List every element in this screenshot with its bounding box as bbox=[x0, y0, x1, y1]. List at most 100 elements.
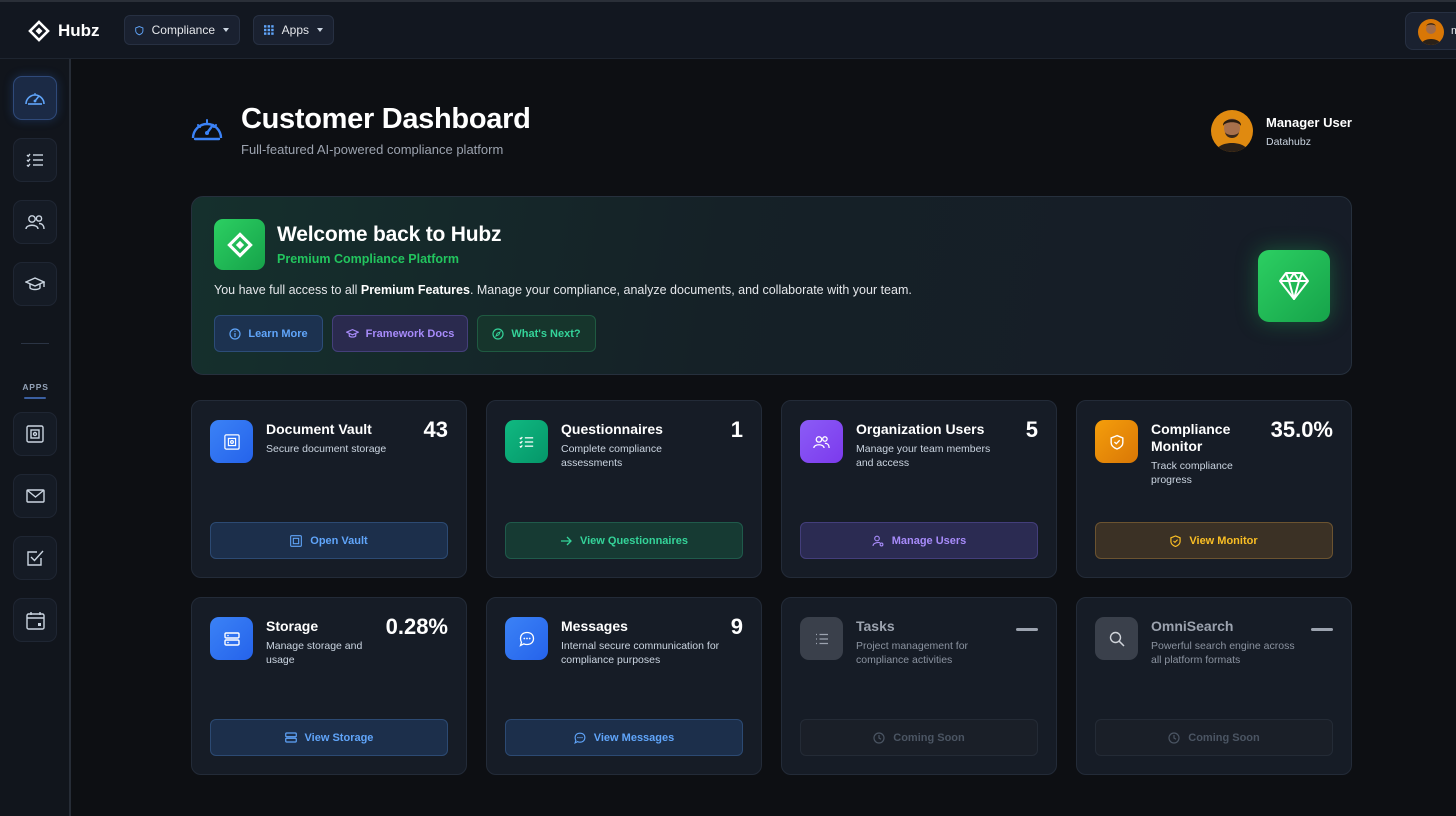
manage-users-button[interactable]: Manage Users bbox=[800, 522, 1038, 559]
chevron-down-icon bbox=[317, 28, 323, 32]
open-vault-label: Open Vault bbox=[310, 534, 368, 547]
gem-icon bbox=[1279, 272, 1309, 300]
list-check-icon bbox=[26, 153, 43, 167]
sidebar-item-users[interactable] bbox=[13, 200, 57, 244]
users-icon bbox=[813, 435, 830, 448]
hubz-logo-icon bbox=[28, 20, 50, 42]
view-monitor-label: View Monitor bbox=[1189, 534, 1258, 547]
card-icon bbox=[1095, 420, 1138, 463]
sidebar-item-checklist[interactable] bbox=[13, 138, 57, 182]
info-icon bbox=[229, 327, 241, 340]
card-icon bbox=[800, 617, 843, 660]
learn-more-button[interactable]: Learn More bbox=[214, 315, 323, 352]
learn-more-label: Learn More bbox=[248, 327, 308, 340]
avatar bbox=[1418, 19, 1444, 45]
tasks-coming-soon-button: Coming Soon bbox=[800, 719, 1038, 756]
card-description: Manage your team members and access bbox=[856, 443, 991, 469]
clock-icon bbox=[873, 731, 885, 744]
card-storage: Storage Manage storage and usage 0.28% V… bbox=[191, 597, 467, 775]
page-title: Customer Dashboard bbox=[241, 103, 531, 135]
premium-badge bbox=[1258, 250, 1330, 322]
view-messages-label: View Messages bbox=[593, 731, 675, 744]
speedometer-icon bbox=[25, 93, 45, 105]
welcome-banner: Welcome back to Hubz Premium Compliance … bbox=[191, 196, 1352, 375]
user-avatar[interactable] bbox=[1211, 110, 1253, 152]
card-icon bbox=[210, 420, 253, 463]
whats-next-label: What's Next? bbox=[511, 327, 581, 340]
user-organization: Datahubz bbox=[1266, 136, 1311, 148]
chevron-down-icon bbox=[223, 28, 229, 32]
apps-section-underline bbox=[24, 397, 46, 399]
safe-icon bbox=[26, 425, 44, 443]
card-count-placeholder bbox=[1311, 628, 1333, 631]
sidebar-item-dashboard[interactable] bbox=[13, 76, 57, 120]
view-messages-button[interactable]: View Messages bbox=[505, 719, 743, 756]
card-description: Project management for compliance activi… bbox=[856, 640, 969, 666]
sidebar-app-calendar[interactable] bbox=[13, 598, 57, 642]
card-title: Compliance Monitor bbox=[1151, 421, 1231, 454]
apps-menu-button[interactable]: Apps bbox=[253, 15, 334, 45]
framework-docs-button[interactable]: Framework Docs bbox=[332, 315, 468, 352]
tasks-coming-soon-label: Coming Soon bbox=[893, 731, 965, 744]
compliance-menu-label: Compliance bbox=[151, 23, 215, 37]
sidebar: APPS bbox=[0, 59, 71, 816]
card-questionnaires: Questionnaires Complete compliance asses… bbox=[486, 400, 762, 578]
view-monitor-button[interactable]: View Monitor bbox=[1095, 522, 1333, 559]
server-icon bbox=[284, 732, 297, 743]
sidebar-item-training[interactable] bbox=[13, 262, 57, 306]
sidebar-app-vault[interactable] bbox=[13, 412, 57, 456]
view-storage-label: View Storage bbox=[304, 731, 374, 744]
omnisearch-coming-soon-button: Coming Soon bbox=[1095, 719, 1333, 756]
profile-menu-button[interactable]: m bbox=[1405, 12, 1456, 50]
apps-section-label: APPS bbox=[22, 382, 49, 392]
whats-next-button[interactable]: What's Next? bbox=[477, 315, 596, 352]
card-description: Complete compliance assessments bbox=[561, 443, 662, 469]
card-title: Questionnaires bbox=[561, 421, 663, 437]
search-icon bbox=[1109, 631, 1125, 647]
chat-icon bbox=[518, 631, 534, 647]
omnisearch-coming-soon-label: Coming Soon bbox=[1188, 731, 1260, 744]
hubz-logo-icon bbox=[226, 231, 253, 258]
shield-check-icon bbox=[1170, 534, 1182, 547]
grid-icon bbox=[264, 25, 274, 35]
card-count-placeholder bbox=[1016, 628, 1038, 631]
brand-logo[interactable]: Hubz bbox=[28, 20, 100, 42]
view-questionnaires-button[interactable]: View Questionnaires bbox=[505, 522, 743, 559]
card-icon bbox=[1095, 617, 1138, 660]
sidebar-app-tasks[interactable] bbox=[13, 536, 57, 580]
card-count: 1 bbox=[730, 417, 743, 442]
card-title: Messages bbox=[561, 618, 628, 634]
compliance-menu-button[interactable]: Compliance bbox=[124, 15, 240, 45]
page-subtitle: Full-featured AI-powered compliance plat… bbox=[241, 142, 504, 157]
users-icon bbox=[25, 215, 45, 230]
welcome-text-end: . Manage your compliance, analyze docume… bbox=[469, 283, 912, 297]
shield-icon bbox=[135, 25, 144, 35]
view-storage-button[interactable]: View Storage bbox=[210, 719, 448, 756]
list-icon bbox=[815, 633, 828, 644]
open-vault-button[interactable]: Open Vault bbox=[210, 522, 448, 559]
brand-name: Hubz bbox=[58, 21, 100, 40]
card-count: 9 bbox=[730, 614, 743, 639]
card-messages: Messages Internal secure communication f… bbox=[486, 597, 762, 775]
envelope-icon bbox=[25, 489, 45, 503]
card-compliance-monitor: Compliance Monitor Track compliance prog… bbox=[1076, 400, 1352, 578]
card-count: 0.28% bbox=[385, 614, 448, 639]
card-title: Organization Users bbox=[856, 421, 985, 437]
card-icon bbox=[800, 420, 843, 463]
calendar-icon bbox=[25, 611, 45, 630]
dashboard-header-icon bbox=[191, 119, 223, 141]
sidebar-divider bbox=[21, 343, 49, 344]
sidebar-app-messages[interactable] bbox=[13, 474, 57, 518]
compass-icon bbox=[492, 327, 504, 340]
welcome-logo bbox=[214, 219, 265, 270]
framework-docs-label: Framework Docs bbox=[365, 327, 455, 340]
card-omnisearch: OmniSearch Powerful search engine across… bbox=[1076, 597, 1352, 775]
arrow-right-icon bbox=[560, 536, 572, 545]
graduation-cap-icon bbox=[25, 277, 45, 291]
card-description: Powerful search engine across all platfo… bbox=[1151, 640, 1295, 666]
card-description: Track compliance progress bbox=[1151, 460, 1233, 486]
welcome-subtitle: Premium Compliance Platform bbox=[277, 252, 459, 266]
card-icon bbox=[505, 617, 548, 660]
graduation-cap-icon bbox=[345, 328, 359, 338]
card-count: 43 bbox=[423, 417, 448, 442]
